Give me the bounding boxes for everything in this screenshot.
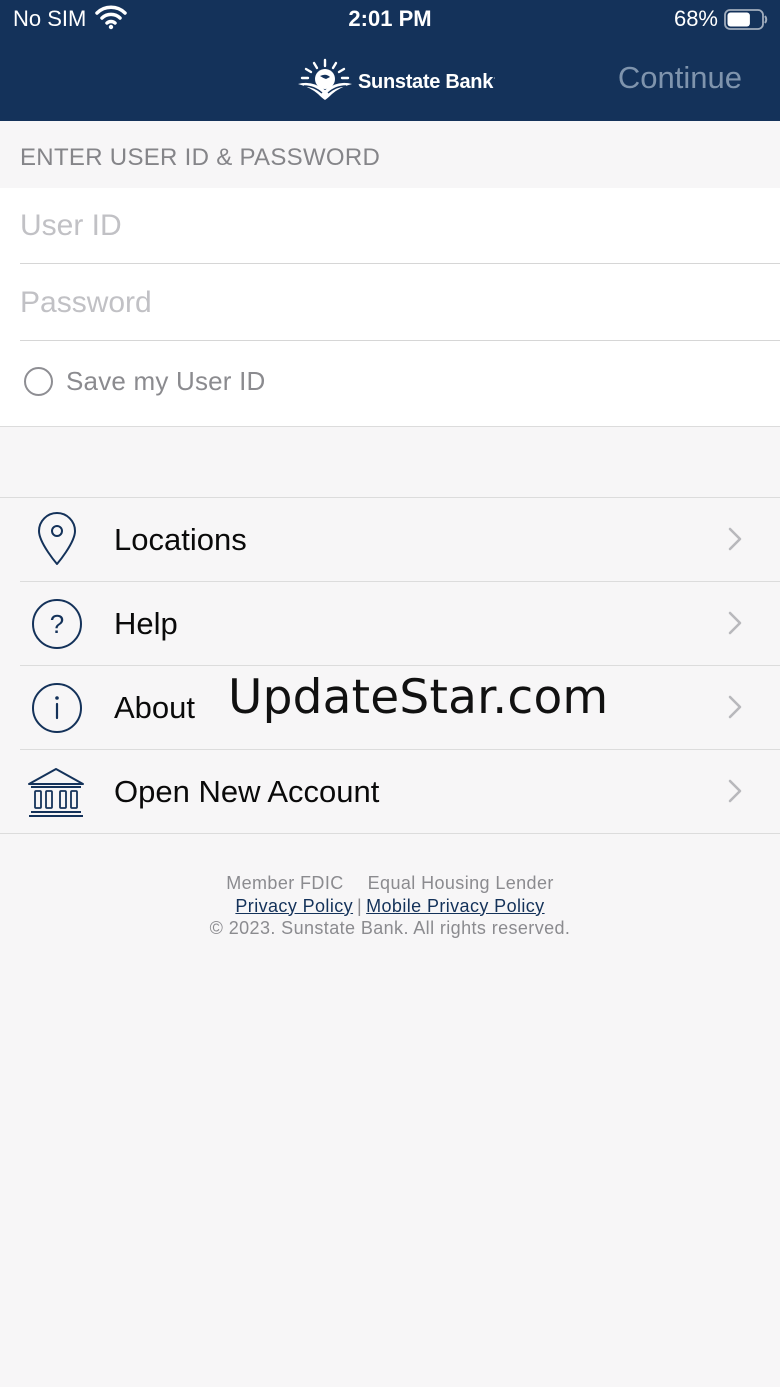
password-input[interactable] <box>20 265 780 341</box>
menu-item-open-new-account[interactable]: Open New Account <box>0 750 780 834</box>
menu-item-label: Locations <box>114 522 247 557</box>
bank-building-icon <box>26 764 86 820</box>
menu-item-label: Help <box>114 606 178 641</box>
menu-item-label: Open New Account <box>114 774 380 809</box>
eagle-sun-logo-icon <box>296 58 354 107</box>
info-circle-icon <box>26 680 86 736</box>
battery-percent: 68% <box>673 6 718 31</box>
link-separator: | <box>357 895 363 916</box>
save-user-id-toggle[interactable]: Save my User ID <box>24 366 266 397</box>
status-time: 2:01 PM <box>348 6 432 31</box>
chevron-right-icon <box>728 779 742 808</box>
menu-item-label: About <box>114 690 196 725</box>
copyright-text: © 2023. Sunstate Bank. All rights reserv… <box>209 918 571 938</box>
menu-item-locations[interactable]: Locations <box>0 498 780 582</box>
chevron-right-icon <box>728 695 742 724</box>
location-pin-icon <box>26 512 86 568</box>
menu-list: Locations ? Help About Open New Account <box>0 497 780 834</box>
footer: Member FDIC Equal Housing Lender Privacy … <box>0 872 780 940</box>
logo-wordmark: Sunstate Bank· <box>358 71 496 93</box>
chevron-right-icon <box>728 611 742 640</box>
mobile-privacy-policy-link[interactable]: Mobile Privacy Policy <box>366 896 544 916</box>
menu-item-help[interactable]: ? Help <box>0 582 780 666</box>
chevron-right-icon <box>728 527 742 556</box>
question-circle-icon: ? <box>26 596 86 652</box>
footer-links: Privacy Policy | Mobile Privacy Policy <box>0 895 780 918</box>
svg-text:?: ? <box>50 609 64 639</box>
equal-housing-label: Equal Housing Lender <box>367 873 554 893</box>
member-fdic-label: Member FDIC <box>226 873 344 893</box>
app-header: No SIM 2:01 PM 68% Sunstate Bank· Contin… <box>0 0 780 121</box>
user-id-input[interactable] <box>20 188 780 264</box>
battery-icon <box>724 9 768 30</box>
watermark-text: UpdateStar.com <box>228 670 609 725</box>
sunstate-bank-logo: Sunstate Bank· <box>296 58 496 107</box>
login-form: Save my User ID <box>0 188 780 427</box>
save-user-id-label: Save my User ID <box>66 366 266 396</box>
continue-button[interactable]: Continue <box>618 60 742 96</box>
radio-unchecked-icon[interactable] <box>24 367 53 396</box>
footer-disclosures: Member FDIC Equal Housing Lender <box>0 872 780 895</box>
privacy-policy-link[interactable]: Privacy Policy <box>235 896 353 916</box>
login-section-title: ENTER USER ID & PASSWORD <box>20 144 381 171</box>
